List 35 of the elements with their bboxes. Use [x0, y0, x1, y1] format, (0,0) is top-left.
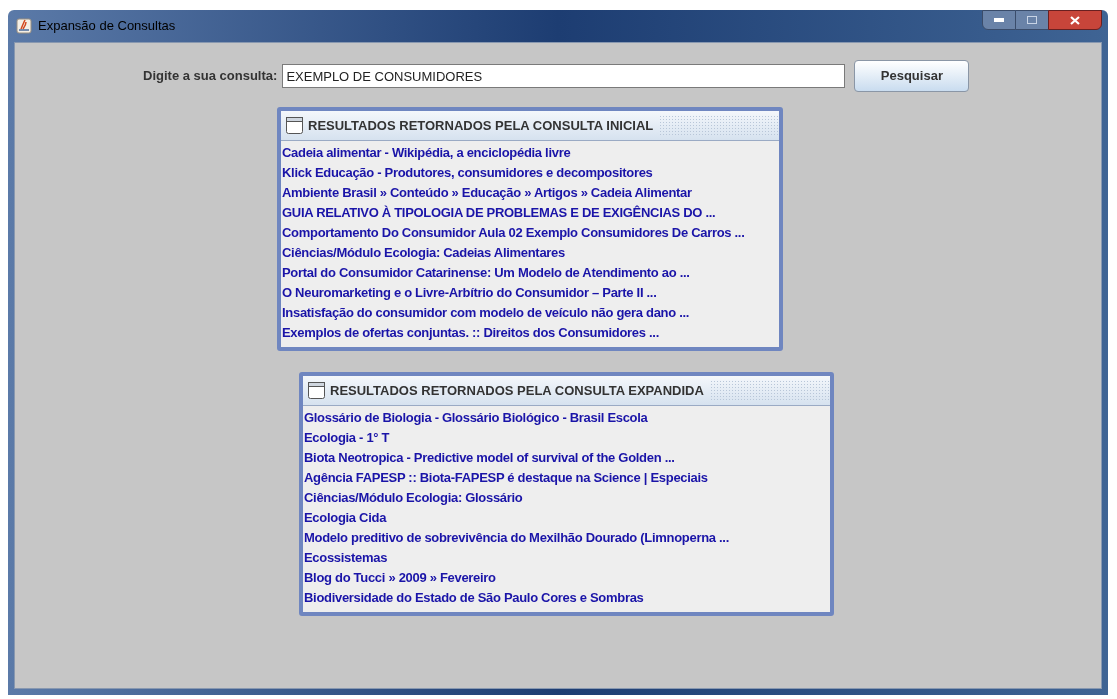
result-link[interactable]: Agência FAPESP :: Biota-FAPESP é destaque na Science | Especiais [303, 468, 830, 488]
search-button[interactable]: Pesquisar [854, 60, 970, 92]
result-link[interactable]: Ciências/Módulo Ecologia: Cadeias Alimentares [281, 243, 780, 263]
result-link[interactable]: Ecologia - 1° T [303, 428, 830, 448]
result-link[interactable]: O Neuromarketing e o Livre-Arbítrio do Consumidor – Parte II ... [281, 283, 780, 303]
panel-title: RESULTADOS RETORNADOS PELA CONSULTA INICIAL [308, 116, 654, 135]
minimize-icon [994, 18, 1004, 22]
window-title: Expansão de Consultas [38, 17, 176, 36]
result-link[interactable]: Glossário de Biologia - Glossário Biológico - Brasil Escola [303, 408, 830, 428]
close-icon [1070, 15, 1080, 25]
maximize-icon [1027, 16, 1037, 24]
query-label: Digite a sua consulta: [143, 67, 278, 86]
result-link[interactable]: Modelo preditivo de sobrevivência do Mexilhão Dourado (Limnoperna ... [303, 528, 830, 548]
result-link[interactable]: Ambiente Brasil » Conteúdo » Educação » Artigos » Cadeia Alimentar [281, 183, 780, 203]
minimize-button[interactable] [982, 10, 1016, 30]
close-button[interactable] [1048, 10, 1102, 30]
result-link[interactable]: Cadeia alimentar - Wikipédia, a enciclopédia livre [281, 143, 780, 163]
app-icon [16, 18, 32, 34]
query-field[interactable]: EXEMPLO DE CONSUMIDORES [282, 64, 846, 88]
maximize-button[interactable] [1016, 10, 1048, 30]
result-link[interactable]: Exemplos de ofertas conjuntas. :: Direitos dos Consumidores ... [281, 323, 780, 343]
result-link[interactable]: Ecossistemas [303, 548, 830, 568]
result-link[interactable]: Portal do Consumidor Catarinense: Um Modelo de Atendimento ao ... [281, 263, 780, 283]
result-link[interactable]: Biota Neotropica - Predictive model of survival of the Golden ... [303, 448, 830, 468]
window-icon [286, 117, 303, 134]
result-link[interactable]: Biodiversidade do Estado de São Paulo Cores e Sombras [303, 588, 830, 608]
result-link[interactable]: Comportamento Do Consumidor Aula 02 Exemplo Consumidores De Carros ... [281, 223, 780, 243]
result-link[interactable]: Klick Educação - Produtores, consumidores e decompositores [281, 163, 780, 183]
result-link[interactable]: GUIA RELATIVO À TIPOLOGIA DE PROBLEMAS E DE EXIGÊNCIAS DO ... [281, 203, 780, 223]
result-link[interactable]: Blog do Tucci » 2009 » Fevereiro [303, 568, 830, 588]
result-link[interactable]: Ciências/Módulo Ecologia: Glossário [303, 488, 830, 508]
result-link[interactable]: Insatisfação do consumidor com modelo de veículo não gera dano ... [281, 303, 780, 323]
window-icon [308, 382, 325, 399]
panel-title: RESULTADOS RETORNADOS PELA CONSULTA EXPANDIDA [330, 381, 704, 400]
result-link[interactable]: Ecologia Cida [303, 508, 830, 528]
